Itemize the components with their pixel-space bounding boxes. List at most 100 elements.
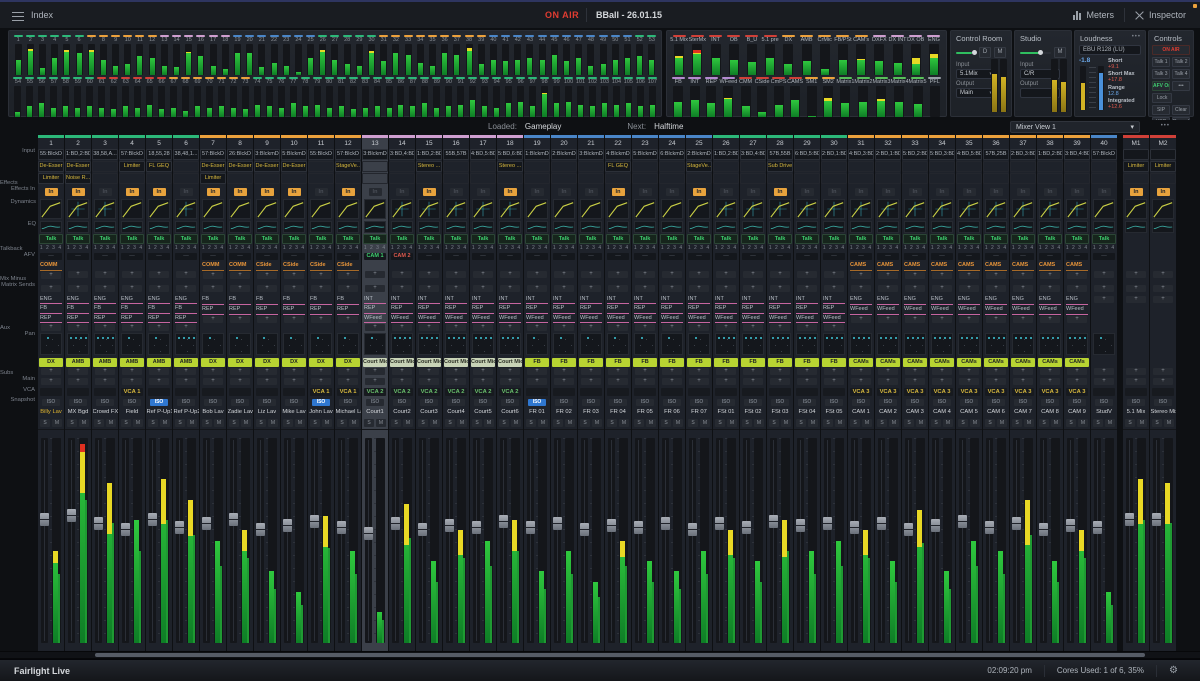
subs-bus-chip[interactable]: FB: [633, 358, 657, 367]
aux-send-label[interactable]: INT: [715, 296, 737, 304]
aux-sends[interactable]: INTREPWFeed+: [497, 295, 523, 331]
snapshot-iso[interactable]: ISO: [416, 397, 442, 407]
talkback-controls[interactable]: Talk1 2 3 4: [929, 234, 955, 252]
subs-bus-chip[interactable]: FB: [579, 358, 603, 367]
effect-slot-1[interactable]: [875, 161, 901, 172]
effect-slot-2[interactable]: [1010, 173, 1036, 184]
iso-button[interactable]: ISO: [285, 399, 303, 406]
iso-button[interactable]: ISO: [420, 399, 438, 406]
afv-assignment[interactable]: —: [92, 252, 118, 261]
vca-assignment[interactable]: [632, 387, 658, 397]
add-mix-minus-button[interactable]: +: [1067, 272, 1087, 279]
afv-assignment[interactable]: —: [254, 252, 280, 261]
aux-send-label[interactable]: WFeed: [472, 315, 494, 323]
eq-graph[interactable]: [686, 220, 712, 234]
pan-grid[interactable]: [445, 333, 467, 355]
aux-send-label[interactable]: REP: [796, 305, 818, 313]
mix-minus[interactable]: +: [632, 261, 658, 282]
talkback-controls[interactable]: Talk1 2 3 4: [794, 234, 820, 252]
dim-button[interactable]: D: [979, 47, 991, 58]
eq-graph[interactable]: [983, 220, 1009, 234]
dynamics-graph[interactable]: [686, 198, 712, 220]
matrix-sends[interactable]: +: [632, 282, 658, 295]
aux-sends[interactable]: INTREPWFeed+: [578, 295, 604, 331]
iso-button[interactable]: ISO: [447, 399, 465, 406]
effects-in-button[interactable]: In: [1123, 186, 1149, 198]
vca-assignment[interactable]: VCA 3: [1037, 387, 1063, 397]
subs-assignment[interactable]: DX+: [335, 357, 361, 376]
snapshot-iso[interactable]: ISO: [200, 397, 226, 407]
eq-graph[interactable]: [389, 220, 415, 234]
subs-assignment[interactable]: +: [1150, 357, 1176, 376]
afv-assignment[interactable]: —: [308, 252, 334, 261]
add-main-button[interactable]: +: [554, 378, 574, 385]
afv-assignment[interactable]: [1123, 252, 1149, 261]
matrix-sends[interactable]: +: [524, 282, 550, 295]
iso-button[interactable]: ISO: [258, 399, 276, 406]
solo-button[interactable]: S: [310, 419, 320, 427]
dynamics-graph[interactable]: [200, 198, 226, 220]
aux-send-label[interactable]: ENG: [121, 296, 143, 304]
eq-graph[interactable]: [65, 220, 91, 234]
pan-grid[interactable]: [418, 333, 440, 355]
fader-track[interactable]: [203, 438, 210, 643]
iso-button[interactable]: ISO: [339, 399, 357, 406]
subs-assignment[interactable]: FB+: [632, 357, 658, 376]
fader-handle[interactable]: [94, 517, 103, 530]
add-subs-button[interactable]: +: [311, 368, 331, 375]
scrollbar-thumb[interactable]: [95, 653, 1145, 657]
fader-track[interactable]: [608, 438, 615, 643]
control-room-level-slider[interactable]: D M: [951, 44, 1011, 60]
aux-send-label[interactable]: INT: [418, 296, 440, 304]
afv-assignment[interactable]: —: [416, 252, 442, 261]
matrix-sends[interactable]: +: [497, 282, 523, 295]
add-subs-button[interactable]: +: [284, 368, 304, 375]
talk-button[interactable]: Talk: [741, 234, 765, 244]
afv-assignment[interactable]: —: [1037, 252, 1063, 261]
main-assignment[interactable]: +: [443, 376, 469, 387]
fader-handle[interactable]: [796, 519, 805, 532]
slider-knob[interactable]: [1038, 50, 1043, 55]
add-subs-button[interactable]: +: [1040, 368, 1060, 375]
dynamics-graph[interactable]: [227, 198, 253, 220]
add-subs-button[interactable]: +: [1094, 368, 1114, 375]
talk-destinations[interactable]: 1 2 3 4: [823, 245, 845, 251]
solo-button[interactable]: S: [418, 419, 428, 427]
dynamics-graph[interactable]: [524, 198, 550, 220]
subs-bus-chip[interactable]: CAMs: [903, 358, 927, 367]
eq-graph[interactable]: [281, 220, 307, 234]
add-subs-button[interactable]: +: [986, 368, 1006, 375]
talkback-controls[interactable]: Talk1 2 3 4: [362, 234, 388, 252]
pan-control[interactable]: [659, 331, 685, 357]
add-main-button[interactable]: +: [905, 378, 925, 385]
mix-minus[interactable]: CAMS+: [1010, 261, 1036, 282]
effect-slot-2[interactable]: [308, 173, 334, 184]
aux-send-label[interactable]: REP: [553, 305, 575, 313]
solo-button[interactable]: S: [202, 419, 212, 427]
aux-send-label[interactable]: WFeed: [499, 315, 521, 323]
talkback-controls[interactable]: Talk1 2 3 4: [119, 234, 145, 252]
aux-sends[interactable]: ENGFBREP+: [65, 295, 91, 331]
mix-minus[interactable]: COMM+: [200, 261, 226, 282]
talkback-controls[interactable]: Talk1 2 3 4: [983, 234, 1009, 252]
eq-graph[interactable]: [794, 220, 820, 234]
aux-send-label[interactable]: WFeed: [850, 306, 872, 315]
snapshot-iso[interactable]: ISO: [794, 397, 820, 407]
add-subs-button[interactable]: +: [230, 368, 250, 375]
subs-assignment[interactable]: CAMs+: [1037, 357, 1063, 376]
add-main-button[interactable]: +: [41, 378, 61, 385]
add-matrix-send-button[interactable]: +: [203, 285, 223, 292]
afv-assignment[interactable]: —: [956, 252, 982, 261]
eq-graph[interactable]: [551, 220, 577, 234]
aux-send-label[interactable]: WFeed: [985, 306, 1007, 315]
subs-assignment[interactable]: AMB+: [119, 357, 145, 376]
pan-grid[interactable]: [1039, 333, 1061, 355]
subs-assignment[interactable]: AMB+: [92, 357, 118, 376]
aux-send-label[interactable]: FB: [283, 296, 305, 305]
iso-button[interactable]: ISO: [1127, 399, 1145, 406]
aux-send-label[interactable]: WFeed: [1012, 306, 1034, 315]
add-subs-button[interactable]: +: [392, 368, 412, 375]
mix-minus[interactable]: +: [821, 261, 847, 282]
add-main-button[interactable]: +: [68, 378, 88, 385]
snapshot-iso[interactable]: ISO: [1037, 397, 1063, 407]
